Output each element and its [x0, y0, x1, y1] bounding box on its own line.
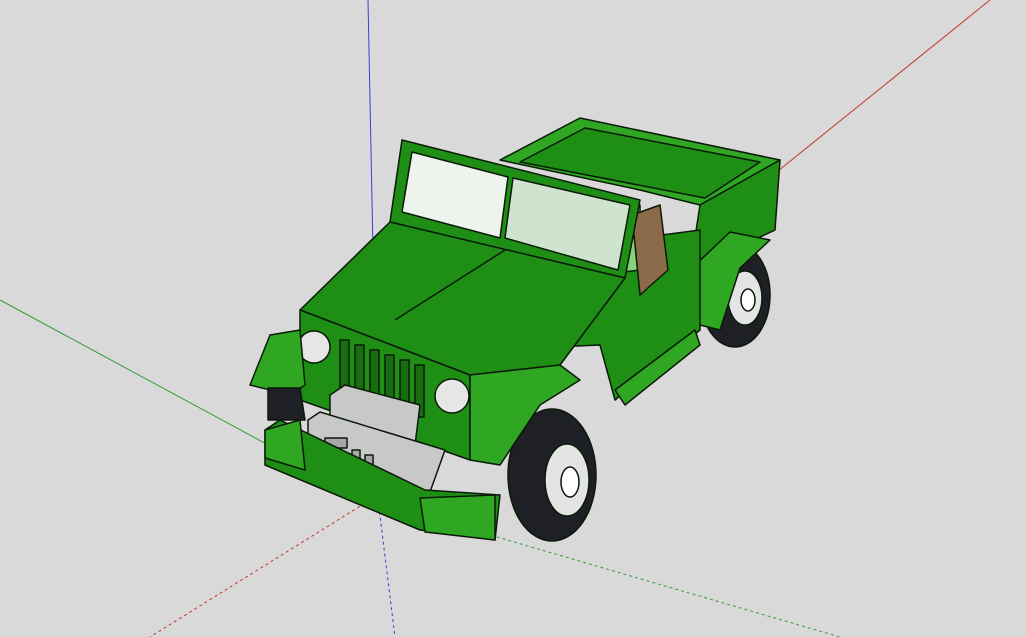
jeep-model[interactable]: [249, 117, 781, 542]
front-fender-left[interactable]: [249, 329, 306, 396]
front-hub: [560, 466, 580, 498]
bumper-block-right: [419, 494, 496, 541]
red-axis-dashed: [149, 499, 371, 637]
headlight-right[interactable]: [434, 378, 470, 414]
front-left-tire: [267, 387, 306, 421]
rear-hub: [740, 288, 756, 312]
3d-scene-canvas[interactable]: [0, 0, 1026, 637]
blue-axis-dashed: [377, 499, 396, 637]
modeling-viewport[interactable]: [0, 0, 1026, 637]
